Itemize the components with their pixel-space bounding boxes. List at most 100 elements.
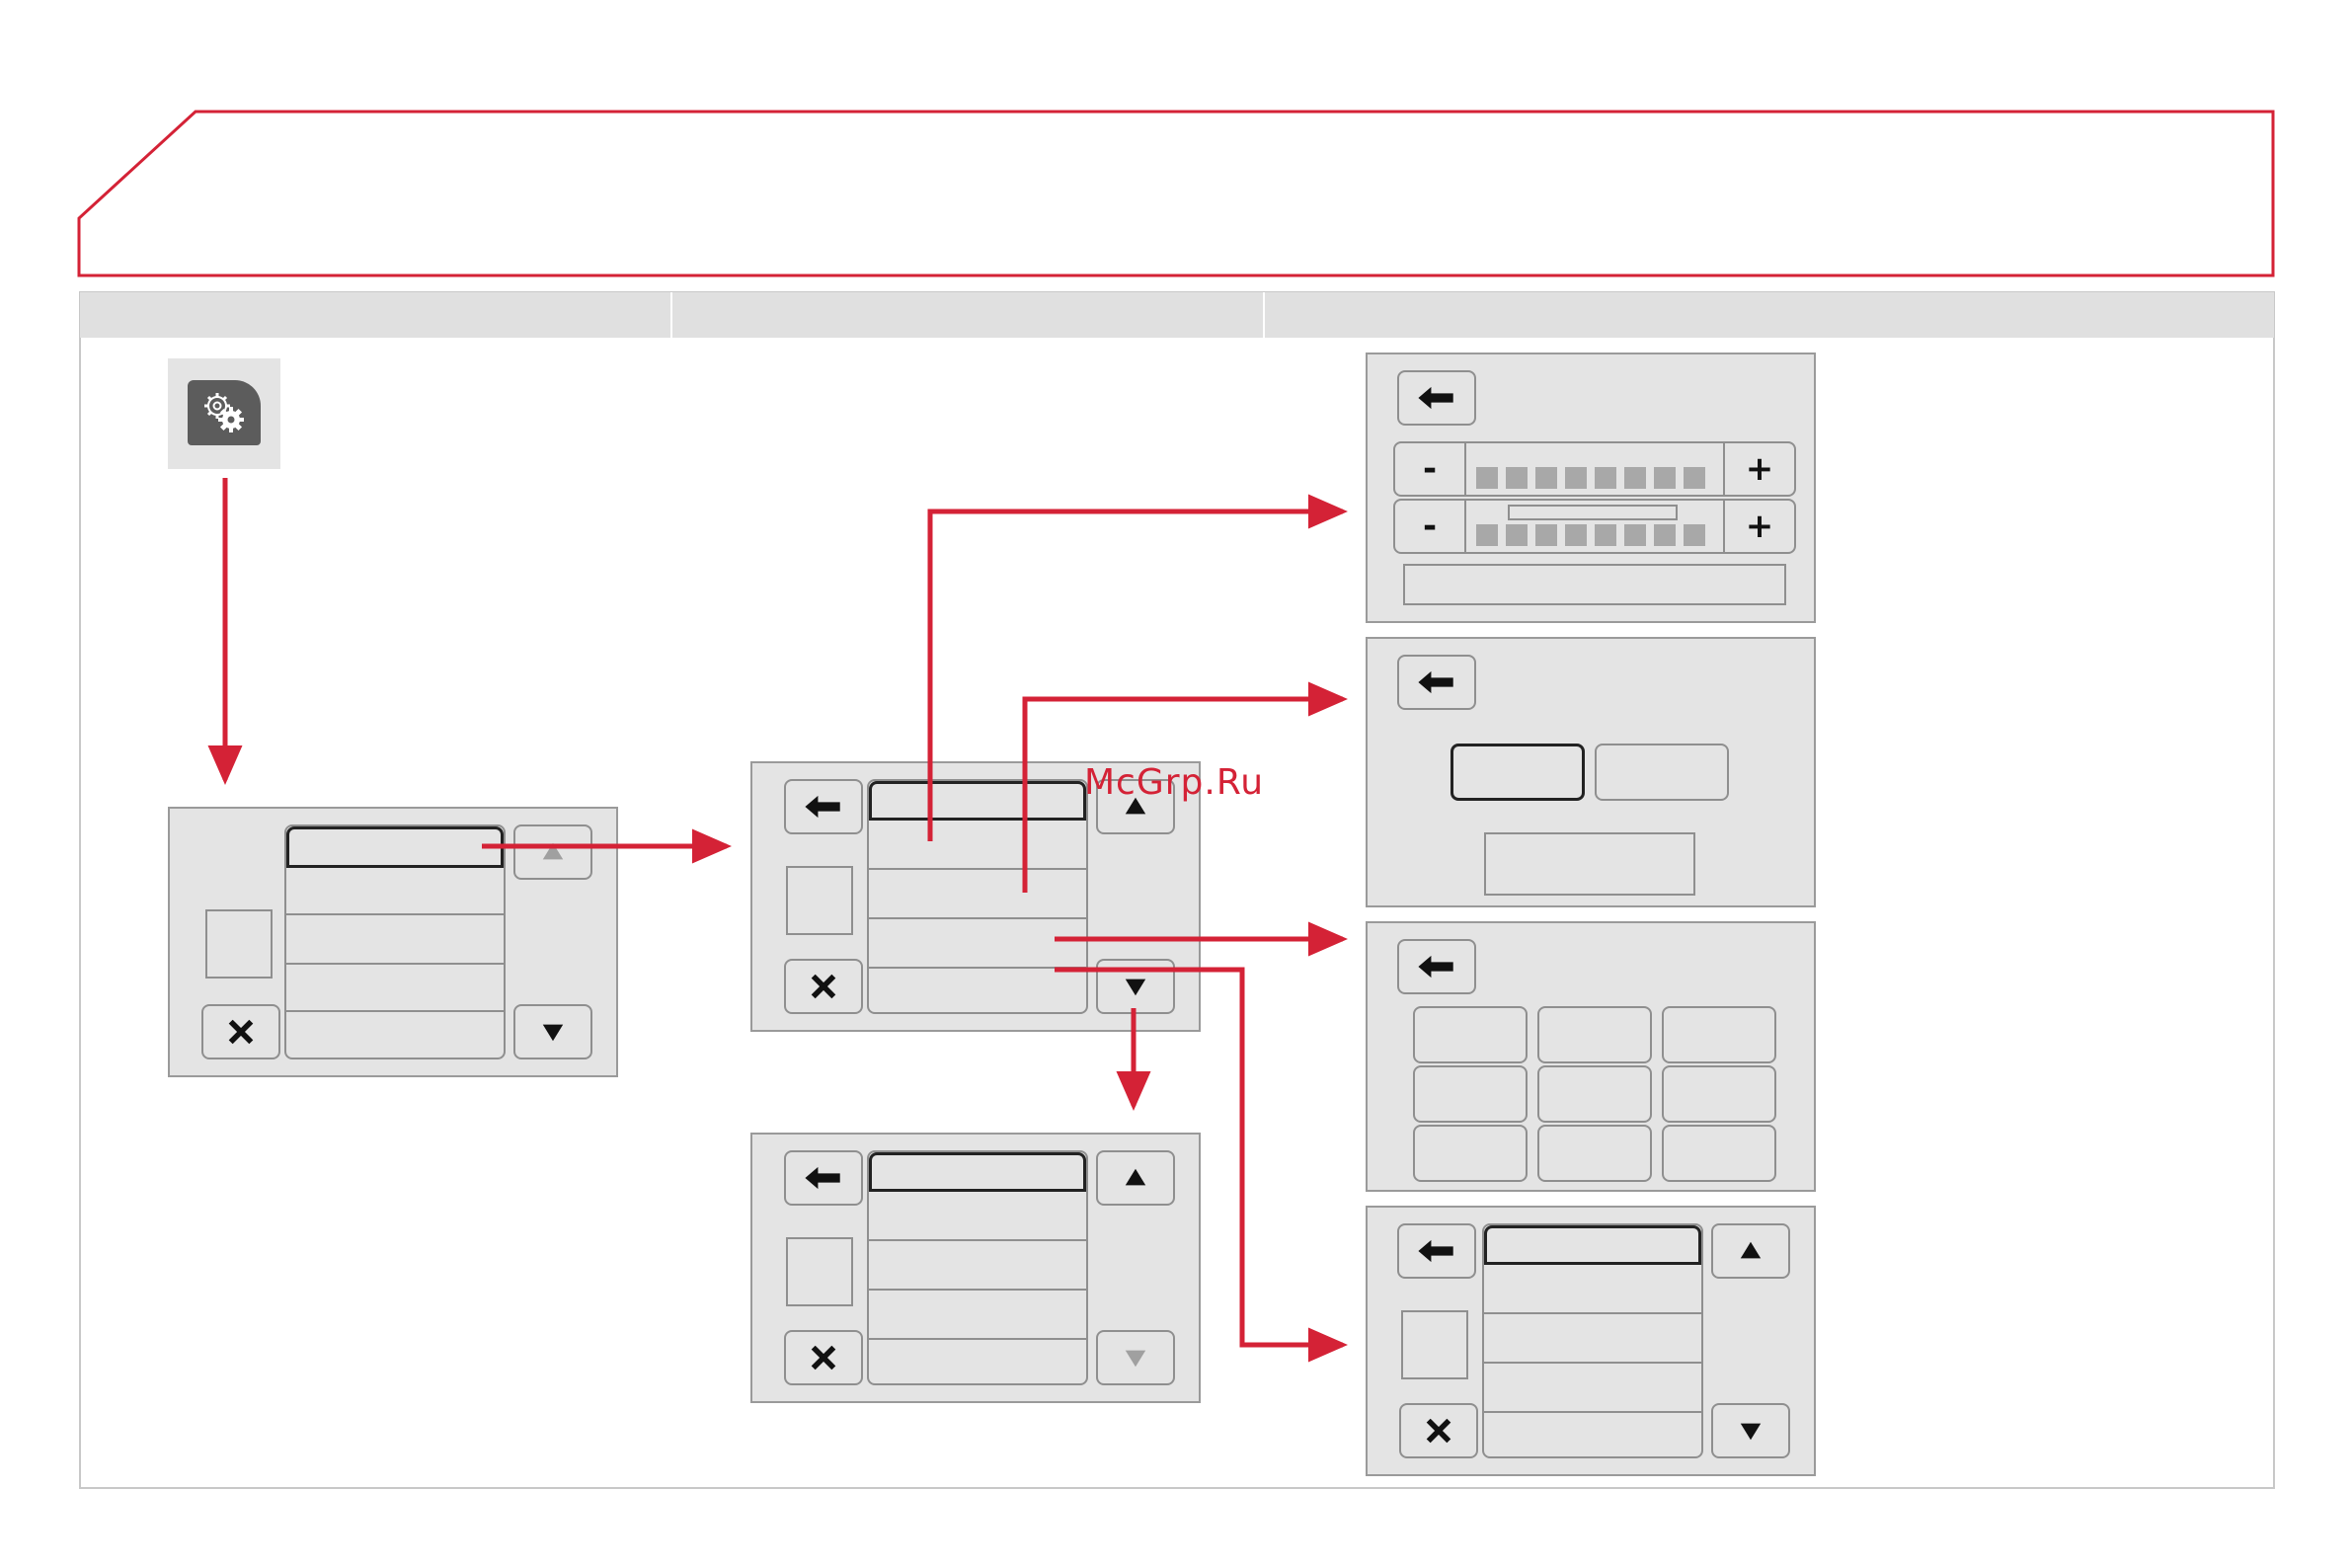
level-segment	[1506, 524, 1528, 546]
list-item[interactable]	[1484, 1314, 1701, 1364]
back-button[interactable]	[784, 1150, 863, 1206]
grid-option[interactable]	[1537, 1065, 1652, 1123]
grid-option[interactable]	[1413, 1065, 1528, 1123]
list-item[interactable]	[1484, 1364, 1701, 1413]
list-item[interactable]	[869, 1291, 1086, 1340]
list-item-selected[interactable]	[286, 826, 504, 868]
settings-tile[interactable]	[168, 358, 280, 469]
level-segment	[1654, 524, 1676, 546]
grid-option[interactable]	[1537, 1125, 1652, 1182]
list-item[interactable]	[286, 868, 504, 915]
triangle-down-icon	[1125, 979, 1146, 996]
minus-button[interactable]: -	[1395, 501, 1466, 552]
settings-icon-button[interactable]	[188, 380, 261, 445]
level-segment	[1506, 467, 1528, 489]
column-header-2	[672, 292, 1265, 338]
preview-box	[786, 1237, 853, 1306]
list-item[interactable]	[869, 919, 1086, 969]
level-slider-1[interactable]: - +	[1393, 441, 1796, 497]
back-button[interactable]	[1397, 655, 1476, 710]
submenu-page2-panel	[750, 1133, 1201, 1403]
grid-option[interactable]	[1662, 1065, 1776, 1123]
scroll-up-button[interactable]	[1096, 1150, 1175, 1206]
list-item-selected[interactable]	[869, 1152, 1086, 1192]
column-header-1	[80, 292, 672, 338]
triangle-down-icon	[542, 1024, 564, 1042]
level-segment	[1595, 524, 1616, 546]
gears-icon	[204, 393, 244, 432]
list-item[interactable]	[286, 915, 504, 965]
settings-menu-panel	[168, 807, 618, 1077]
level-segment	[1684, 524, 1705, 546]
list-item[interactable]	[869, 821, 1086, 870]
back-button[interactable]	[1397, 939, 1476, 994]
list-item[interactable]	[1484, 1265, 1701, 1314]
info-field	[1403, 564, 1786, 605]
list-item[interactable]	[286, 965, 504, 1012]
list-item-selected[interactable]	[869, 781, 1086, 821]
grid-option[interactable]	[1537, 1006, 1652, 1063]
x-icon	[811, 974, 836, 999]
level-bar	[1476, 467, 1733, 491]
option-button[interactable]	[1595, 744, 1729, 801]
watermark: McGrp.Ru	[1084, 762, 1265, 803]
close-button[interactable]	[784, 1330, 863, 1385]
scroll-down-button[interactable]	[1096, 1330, 1175, 1385]
column-header-3	[1265, 292, 2274, 338]
list-item[interactable]	[869, 870, 1086, 919]
preview-box	[205, 909, 273, 979]
scroll-down-button[interactable]	[1096, 959, 1175, 1014]
grid-option[interactable]	[1662, 1125, 1776, 1182]
header-banner	[77, 110, 2275, 277]
level-segment	[1565, 467, 1587, 489]
level-segment	[1624, 467, 1646, 489]
scroll-down-button[interactable]	[1711, 1403, 1790, 1458]
grid-option[interactable]	[1413, 1006, 1528, 1063]
level-segment	[1535, 524, 1557, 546]
menu-list	[284, 824, 506, 1059]
minus-button[interactable]: -	[1395, 443, 1466, 495]
level-segment	[1476, 524, 1498, 546]
preview-box	[1401, 1310, 1468, 1379]
level-segment	[1476, 467, 1498, 489]
grid-option[interactable]	[1413, 1125, 1528, 1182]
back-button[interactable]	[784, 779, 863, 834]
left-arrow-icon	[805, 1166, 840, 1190]
grid-option[interactable]	[1662, 1006, 1776, 1063]
scroll-up-button[interactable]	[513, 824, 592, 880]
close-button[interactable]	[1399, 1403, 1478, 1458]
back-button[interactable]	[1397, 1223, 1476, 1279]
level-segment	[1684, 467, 1705, 489]
close-button[interactable]	[201, 1004, 280, 1059]
triangle-up-icon	[1740, 1241, 1762, 1259]
info-field	[1484, 832, 1695, 896]
preview-box	[786, 866, 853, 935]
detail-list	[1482, 1223, 1703, 1458]
left-arrow-icon	[1418, 386, 1453, 410]
plus-button[interactable]: +	[1723, 501, 1794, 552]
x-icon	[811, 1345, 836, 1371]
close-button[interactable]	[784, 959, 863, 1014]
list-item[interactable]	[869, 1241, 1086, 1291]
detail-list-panel	[1366, 1206, 1816, 1476]
back-button[interactable]	[1397, 370, 1476, 426]
left-arrow-icon	[1418, 670, 1453, 694]
x-icon	[228, 1019, 254, 1045]
level-slider-2[interactable]: - +	[1393, 499, 1796, 554]
scroll-down-button[interactable]	[513, 1004, 592, 1059]
level-bar	[1476, 524, 1733, 548]
submenu-list	[867, 1150, 1088, 1385]
left-arrow-icon	[1418, 1239, 1453, 1263]
scroll-up-button[interactable]	[1711, 1223, 1790, 1279]
submenu-list	[867, 779, 1088, 1014]
choice-panel	[1366, 637, 1816, 907]
level-segment	[1535, 467, 1557, 489]
plus-button[interactable]: +	[1723, 443, 1794, 495]
adjust-panel: - + - +	[1366, 353, 1816, 623]
option-button-selected[interactable]	[1450, 744, 1585, 801]
list-item-selected[interactable]	[1484, 1225, 1701, 1265]
list-item[interactable]	[869, 1192, 1086, 1241]
x-icon	[1426, 1418, 1451, 1444]
triangle-down-icon	[1740, 1423, 1762, 1441]
level-segment	[1624, 524, 1646, 546]
